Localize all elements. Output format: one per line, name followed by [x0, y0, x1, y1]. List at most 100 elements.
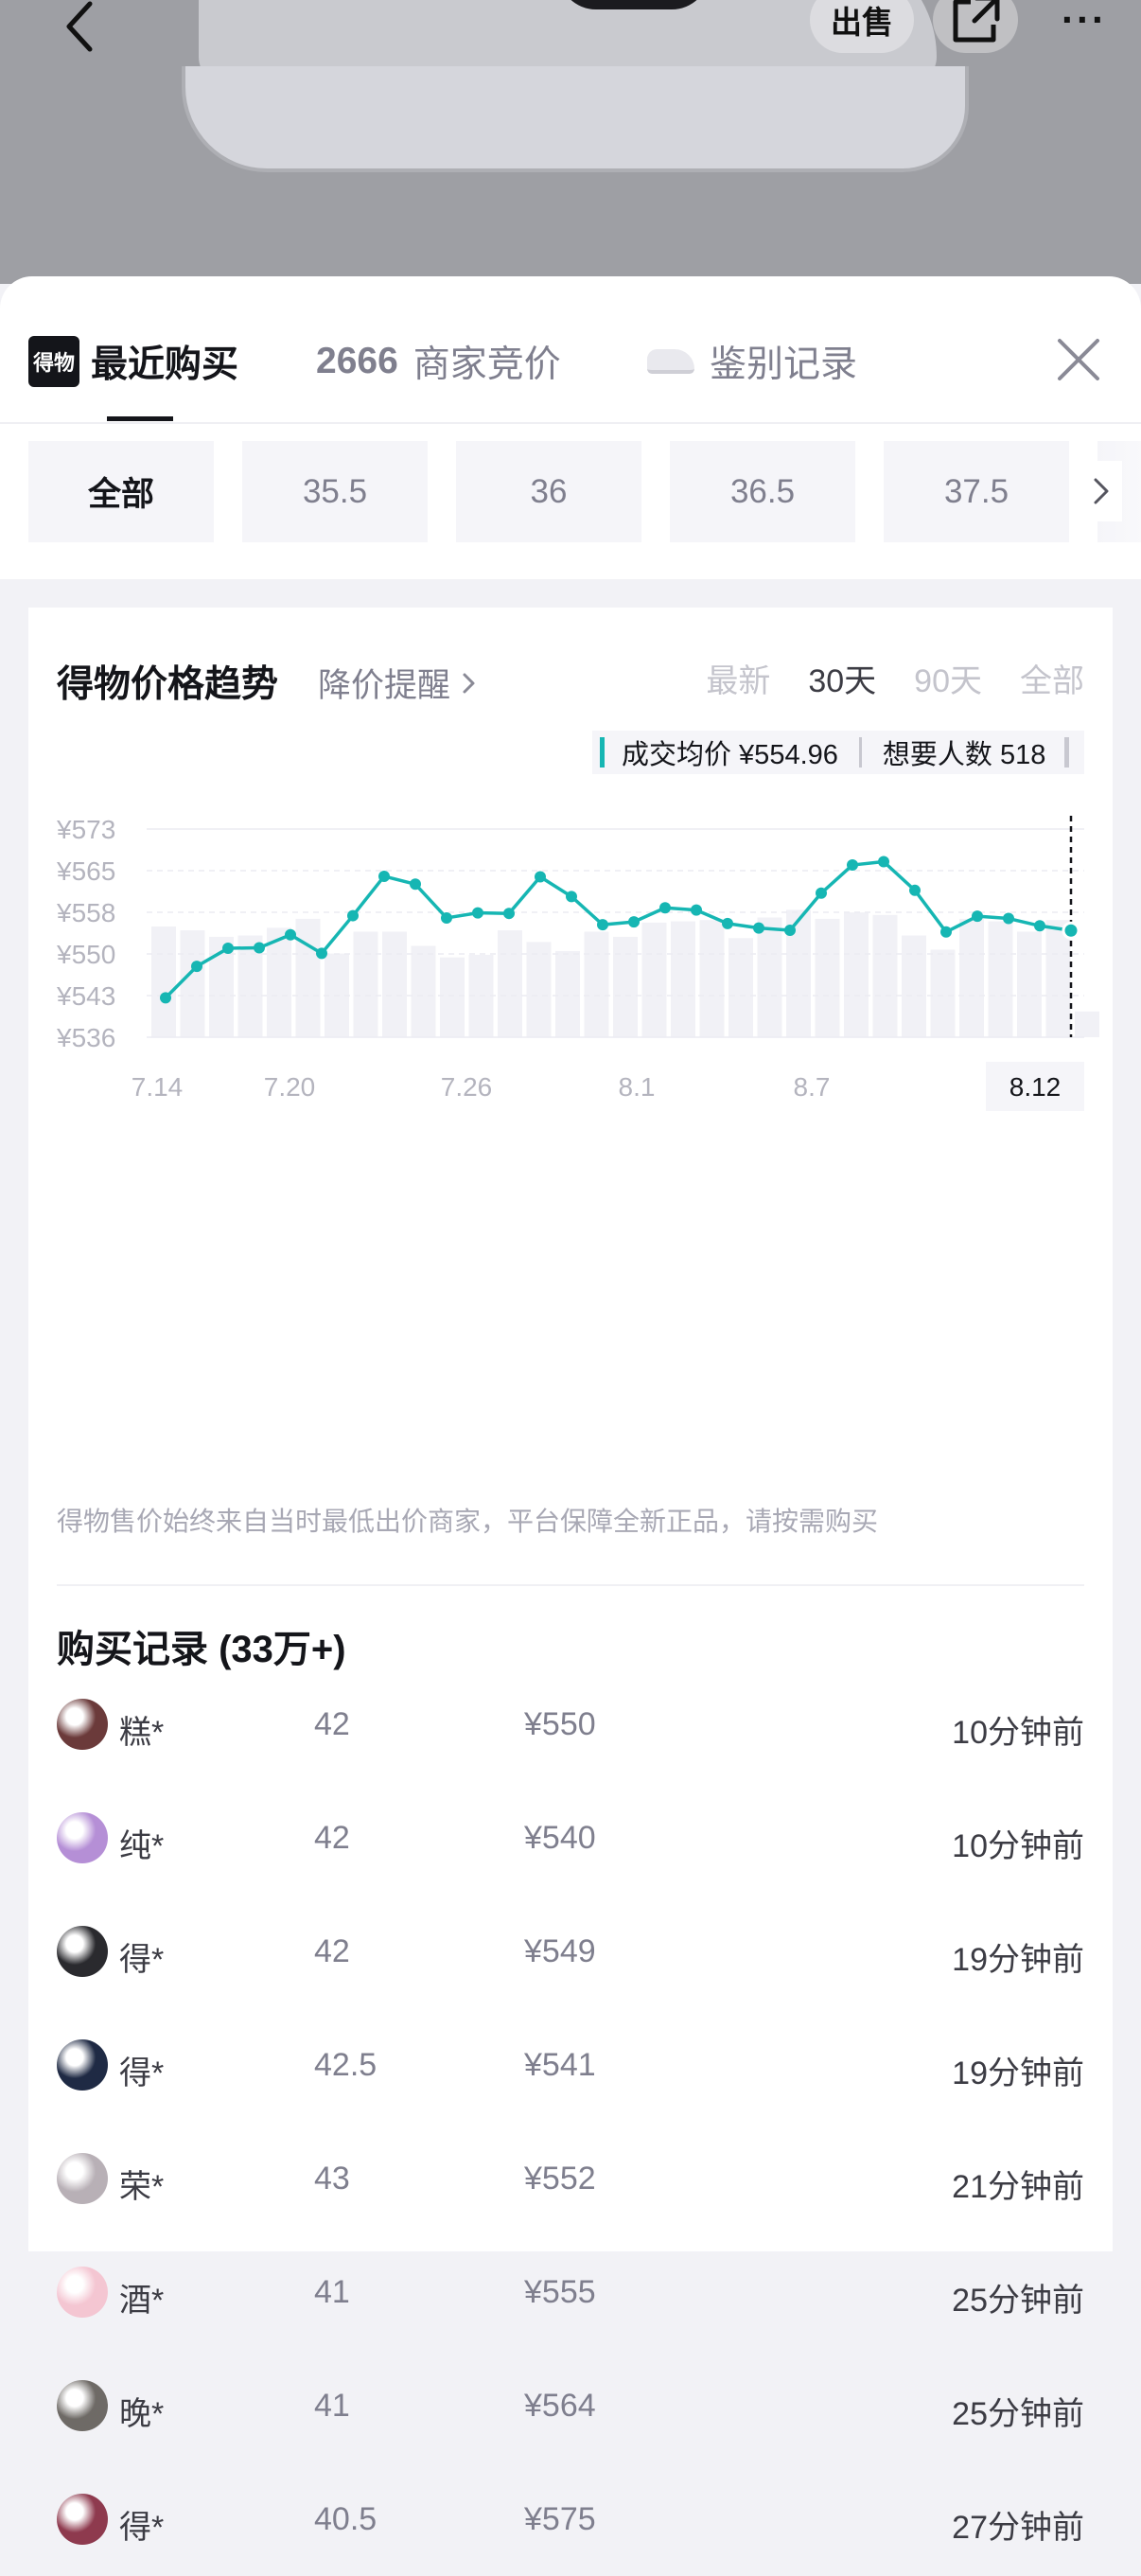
- price-point[interactable]: [535, 871, 546, 883]
- range-tab-30d[interactable]: 30天: [808, 655, 876, 701]
- price-point[interactable]: [972, 910, 983, 923]
- size-chip-all[interactable]: 全部: [28, 441, 214, 542]
- price-point[interactable]: [940, 926, 952, 938]
- price-point[interactable]: [285, 928, 296, 941]
- price-point[interactable]: [847, 859, 858, 872]
- price-point[interactable]: [1034, 920, 1045, 932]
- price-trend-card: 得物价格趋势 降价提醒 最新 30天 90天 全部 成交均价 ¥554.96 想…: [28, 608, 1113, 2546]
- close-button[interactable]: [1044, 326, 1113, 394]
- tab-auth-label: 鉴别记录: [710, 344, 858, 385]
- product-image-area: 出售 ···: [0, 0, 1141, 284]
- avatar[interactable]: [57, 2153, 108, 2204]
- avatar[interactable]: [57, 1926, 108, 1977]
- price-point[interactable]: [878, 856, 889, 868]
- purchase-record-list: 糕* 42 ¥550 10分钟前 纯* 42 ¥540 10分钟前 得* 42 ¥549 19分钟前得…: [28, 1667, 1113, 2576]
- volume-bar: [872, 914, 898, 1037]
- size-filter: 全部 35.5 36 36.5 37.5 3: [0, 423, 1141, 560]
- purchase-record-row: 糕* 42 ¥550 10分钟前: [28, 1667, 1113, 1781]
- avatar[interactable]: [57, 1812, 108, 1863]
- volume-bar: [555, 950, 580, 1037]
- avatar[interactable]: [57, 1699, 108, 1750]
- purchase-size: 42: [314, 1706, 350, 1742]
- avatar[interactable]: [57, 2380, 108, 2431]
- size-chip[interactable]: 37.5: [884, 441, 1069, 542]
- purchase-price: ¥575: [524, 2501, 596, 2537]
- price-point[interactable]: [503, 908, 515, 920]
- price-point[interactable]: [628, 916, 640, 928]
- size-scroll-button[interactable]: [1080, 461, 1122, 521]
- purchase-time: 19分钟前: [952, 1942, 1084, 1978]
- chevron-right-icon: [1094, 478, 1109, 504]
- purchase-time: 25分钟前: [952, 2396, 1084, 2432]
- legend-swatch-avg: [600, 737, 605, 768]
- price-point[interactable]: [597, 919, 608, 931]
- purchase-price: ¥552: [524, 2161, 596, 2197]
- price-point[interactable]: [254, 942, 265, 954]
- purchase-price: ¥540: [524, 1820, 596, 1856]
- price-point[interactable]: [316, 947, 327, 960]
- size-chip[interactable]: 36.5: [670, 441, 855, 542]
- buyer-name: 纯*: [119, 1828, 165, 1864]
- price-point[interactable]: [347, 909, 359, 922]
- avatar[interactable]: [57, 2267, 108, 2318]
- tab-authentication[interactable]: 鉴别记录: [647, 335, 857, 388]
- size-chip[interactable]: 36: [456, 441, 641, 542]
- price-point[interactable]: [566, 891, 577, 903]
- volume-bar: [902, 935, 926, 1037]
- price-point[interactable]: [191, 961, 202, 973]
- sheet-tabs: 得物 最近购买 2666 商家竞价 鉴别记录: [0, 276, 1141, 424]
- back-button[interactable]: [52, 0, 109, 55]
- price-point[interactable]: [472, 907, 483, 919]
- price-point[interactable]: [160, 992, 171, 1004]
- price-point[interactable]: [1062, 921, 1080, 940]
- range-tab-all[interactable]: 全部: [1020, 655, 1084, 701]
- price-point[interactable]: [1003, 912, 1014, 925]
- volume-bar: [498, 930, 522, 1037]
- section-divider: [57, 1584, 1084, 1586]
- price-alert-link[interactable]: 降价提醒: [318, 659, 483, 707]
- share-button[interactable]: [933, 0, 1018, 53]
- more-button[interactable]: ···: [1046, 0, 1122, 48]
- buyer-name: 得*: [119, 1942, 165, 1978]
- purchase-record-row: 晚* 41 ¥564 25分钟前: [28, 2349, 1113, 2462]
- avatar[interactable]: [57, 2494, 108, 2545]
- range-tab-latest[interactable]: 最新: [706, 655, 770, 701]
- volume-bar: [671, 921, 695, 1037]
- volume-bar: [180, 930, 205, 1037]
- price-point[interactable]: [659, 902, 671, 914]
- price-footnote: 得物售价始终来自当时最低出价商家，平台保障全新正品，请按需购买: [57, 1507, 879, 1536]
- purchase-size: 42: [314, 1933, 350, 1969]
- volume-bar: [757, 917, 782, 1037]
- chevron-right-icon: [463, 673, 475, 693]
- price-point[interactable]: [816, 887, 827, 899]
- recent-purchases-sheet: 得物 最近购买 2666 商家竞价 鉴别记录 全部 35.5 36 36.5 3…: [0, 276, 1141, 2546]
- price-point[interactable]: [784, 925, 796, 937]
- size-chip[interactable]: 35.5: [242, 441, 428, 542]
- price-point[interactable]: [222, 943, 234, 955]
- price-point[interactable]: [909, 884, 921, 896]
- purchase-price: ¥549: [524, 1933, 596, 1969]
- price-point[interactable]: [691, 904, 702, 916]
- volume-bar: [815, 918, 840, 1037]
- purchase-record-row: 纯* 42 ¥540 10分钟前: [28, 1781, 1113, 1895]
- price-point[interactable]: [753, 922, 764, 934]
- price-point[interactable]: [378, 870, 390, 882]
- volume-bar: [526, 942, 552, 1037]
- tab-recent-purchases[interactable]: 得物 最近购买: [28, 335, 238, 388]
- dewu-logo-icon: 得物: [28, 336, 79, 387]
- price-trend-chart[interactable]: ¥573 ¥565 ¥558 ¥550 ¥543 ¥536 7.14 7.20 7.26 8.1 8…: [28, 787, 1113, 1223]
- purchase-time: 21分钟前: [952, 2169, 1084, 2205]
- volume-bar: [584, 931, 609, 1037]
- x-tick-label: 8.7: [794, 1072, 831, 1102]
- legend-avg-price: 成交均价 ¥554.96: [622, 740, 838, 770]
- purchase-price: ¥555: [524, 2274, 596, 2310]
- purchase-size: 43: [314, 2161, 350, 2197]
- price-point[interactable]: [441, 911, 452, 924]
- active-tab-indicator: [107, 416, 173, 421]
- range-tab-90d[interactable]: 90天: [914, 655, 982, 701]
- price-point[interactable]: [410, 878, 421, 891]
- avatar[interactable]: [57, 2039, 108, 2091]
- tab-merchant-bids[interactable]: 2666 商家竞价: [316, 335, 561, 388]
- sell-button[interactable]: 出售: [810, 0, 914, 53]
- price-point[interactable]: [722, 917, 733, 929]
